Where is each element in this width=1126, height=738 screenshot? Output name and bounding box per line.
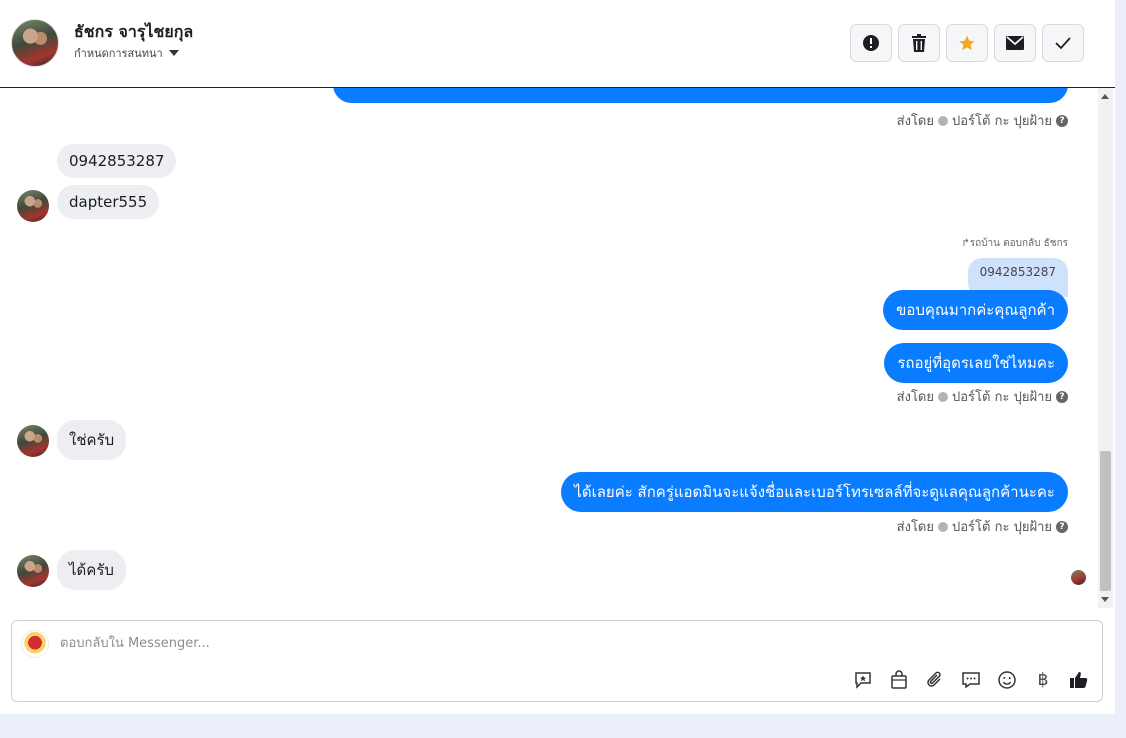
header-toolbar — [850, 24, 1084, 62]
assign-label: กำหนดการสนทนา — [74, 47, 163, 60]
help-icon[interactable]: ? — [1056, 390, 1068, 403]
help-icon[interactable]: ? — [1056, 520, 1068, 533]
contact-avatar-small — [17, 425, 49, 457]
star-icon — [959, 35, 975, 51]
check-icon — [1055, 37, 1071, 50]
thumbs-up-icon[interactable] — [1068, 669, 1090, 691]
emoji-icon[interactable] — [996, 669, 1018, 691]
saved-reply-icon[interactable] — [852, 669, 874, 691]
contact-avatar-small — [17, 555, 49, 587]
scroll-down-arrow-icon[interactable] — [1101, 597, 1109, 602]
message-bubble-outgoing: รถอยู่ที่อุดรเลยใช่ไหมคะ — [884, 343, 1068, 383]
report-button[interactable] — [850, 24, 892, 62]
seen-indicator-avatar — [1071, 570, 1086, 585]
help-icon[interactable]: ? — [1056, 114, 1068, 127]
message-scrollbar[interactable] — [1098, 88, 1113, 608]
reply-input[interactable] — [60, 633, 960, 653]
message-bubble-outgoing: ขอบคุณมากค่ะคุณลูกค้า — [883, 290, 1068, 330]
conversation-panel: ธัชกร จารุไชยกุล กำหนดการสนทนา ส่งโดย ปอ… — [0, 0, 1115, 714]
conversation-header: ธัชกร จารุไชยกุล กำหนดการสนทนา — [0, 0, 1115, 88]
delete-button[interactable] — [898, 24, 940, 62]
caret-down-icon — [168, 50, 179, 56]
sent-by-label: ส่งโดย ปอร์โต้ กะ ปุยฝ้าย ? — [897, 110, 1068, 131]
page-avatar — [21, 630, 49, 658]
scroll-up-arrow-icon[interactable] — [1101, 94, 1109, 99]
message-bubble-outgoing: ได้เลยค่ะ สักครู่แอดมินจะแจ้งชื่อและเบอร… — [561, 472, 1068, 512]
contact-avatar[interactable] — [11, 19, 59, 67]
mark-unread-button[interactable] — [994, 24, 1036, 62]
envelope-icon — [1006, 36, 1024, 50]
star-button[interactable] — [946, 24, 988, 62]
trash-icon — [912, 34, 926, 52]
message-bubble-outgoing-partial — [333, 88, 1068, 103]
message-bubble-incoming: ได้ครับ — [57, 550, 126, 590]
chat-bubbles-icon[interactable] — [960, 669, 982, 691]
verified-icon — [938, 115, 948, 126]
attachment-icon[interactable] — [924, 669, 946, 691]
assign-conversation-dropdown[interactable]: กำหนดการสนทนา — [74, 44, 179, 62]
sent-by-label: ส่งโดย ปอร์โต้ กะ ปุยฝ้าย ? — [897, 386, 1068, 407]
reply-arrow-icon: ↱ — [961, 238, 970, 249]
composer-toolbar: ฿ — [852, 669, 1090, 691]
sent-by-label: ส่งโดย ปอร์โต้ กะ ปุยฝ้าย ? — [897, 516, 1068, 537]
message-bubble-incoming: dapter555 — [57, 185, 160, 219]
contact-avatar-small — [17, 190, 49, 222]
verified-icon — [938, 521, 948, 532]
verified-icon — [938, 391, 948, 402]
baht-icon[interactable]: ฿ — [1032, 669, 1054, 691]
mark-done-button[interactable] — [1042, 24, 1084, 62]
message-composer: ฿ — [11, 620, 1103, 702]
message-list[interactable]: ส่งโดย ปอร์โต้ กะ ปุยฝ้าย ? 0942853287 d… — [0, 88, 1098, 608]
contact-name[interactable]: ธัชกร จารุไชยกุล — [74, 20, 193, 45]
message-bubble-incoming: ใช่ครับ — [57, 420, 127, 460]
alert-icon — [863, 35, 879, 51]
shop-bag-icon[interactable] — [888, 669, 910, 691]
reply-note: ↱รถบ้าน ตอบกลับ ธัชกร — [961, 238, 1068, 249]
message-bubble-incoming: 0942853287 — [57, 144, 177, 178]
scrollbar-thumb[interactable] — [1100, 451, 1111, 591]
